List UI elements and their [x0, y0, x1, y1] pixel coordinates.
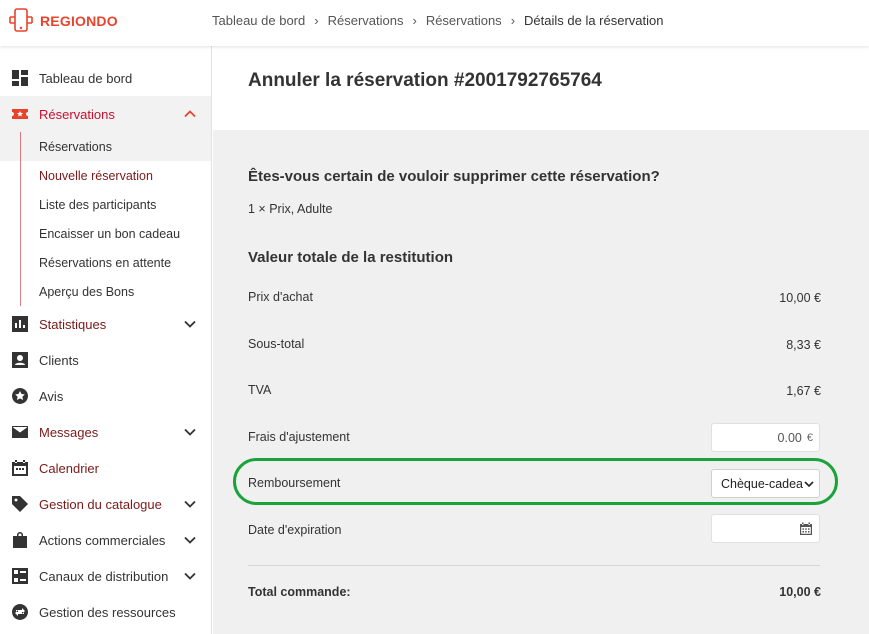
- submenu-item-new-reservation[interactable]: Nouvelle réservation: [0, 161, 211, 190]
- chevron-down-icon[interactable]: [183, 317, 197, 331]
- sidebar-item-label: Actions commerciales: [39, 532, 166, 548]
- purchase-price-label: Prix d'achat: [248, 290, 313, 304]
- breadcrumb-current: Détails de la réservation: [524, 13, 664, 28]
- page-header: Annuler la réservation #2001792765764: [213, 46, 869, 130]
- confirm-question: Êtes-vous certain de vouloir supprimer c…: [248, 168, 660, 185]
- refund-label: Remboursement: [248, 476, 341, 490]
- euro-icon: €: [806, 431, 813, 444]
- adjustment-fee-label: Frais d'ajustement: [248, 430, 350, 444]
- sidebar-item-label: Gestion du catalogue: [39, 496, 162, 512]
- vat-label: TVA: [248, 383, 272, 397]
- chevron-down-icon: [803, 478, 815, 490]
- submenu-item-participants[interactable]: Liste des participants: [0, 190, 211, 219]
- tag-icon: [10, 494, 30, 514]
- breadcrumb: Tableau de bord › Réservations › Réserva…: [212, 13, 664, 28]
- person-icon: [10, 350, 30, 370]
- sidebar-item-dashboard[interactable]: Tableau de bord: [0, 60, 211, 96]
- channels-icon: [10, 566, 30, 586]
- sidebar-item-distribution-channels[interactable]: Canaux de distribution: [0, 558, 211, 594]
- sidebar-item-label: Messages: [39, 424, 99, 440]
- vat-value: 1,67 €: [786, 384, 821, 398]
- sidebar-item-catalog[interactable]: Gestion du catalogue: [0, 486, 211, 522]
- cancel-panel: Êtes-vous certain de vouloir supprimer c…: [213, 130, 869, 634]
- refund-method-value: Chèque-cadeau: [721, 476, 810, 491]
- subtotal-value: 8,33 €: [786, 338, 821, 352]
- chevron-up-icon[interactable]: [183, 107, 197, 121]
- adjustment-fee-input[interactable]: 0.00 €: [711, 423, 820, 452]
- sidebar-item-reservations[interactable]: Réservations: [0, 96, 211, 132]
- chevron-right-icon: ›: [510, 13, 516, 28]
- adjustment-fee-value: 0.00: [777, 430, 802, 445]
- main-content: Annuler la réservation #2001792765764 Êt…: [213, 46, 869, 634]
- order-total-label: Total commande:: [248, 585, 351, 599]
- breadcrumb-reservations[interactable]: Réservations: [328, 13, 404, 28]
- breadcrumb-dashboard[interactable]: Tableau de bord: [212, 13, 305, 28]
- breadcrumb-reservations-list[interactable]: Réservations: [426, 13, 502, 28]
- sidebar-item-reviews[interactable]: Avis: [0, 378, 211, 414]
- sidebar-item-label: Canaux de distribution: [39, 568, 169, 584]
- ticket-icon: [10, 104, 30, 124]
- order-total-value: 10,00 €: [779, 585, 821, 599]
- sidebar-item-label: Avis: [39, 388, 64, 404]
- chevron-down-icon[interactable]: [183, 569, 197, 583]
- bar-chart-icon: [10, 314, 30, 334]
- dashboard-icon: [10, 68, 30, 88]
- star-circle-icon: [10, 386, 30, 406]
- page-title: Annuler la réservation #2001792765764: [248, 70, 602, 91]
- chevron-right-icon: ›: [412, 13, 417, 28]
- submenu-item-gift-voucher[interactable]: Encaisser un bon cadeau: [0, 219, 211, 248]
- sidebar-item-label: Calendrier: [39, 460, 99, 476]
- expiry-date-label: Date d'expiration: [248, 523, 342, 537]
- top-bar: REGIONDO Tableau de bord › Réservations …: [0, 0, 869, 46]
- subtotal-label: Sous-total: [248, 337, 305, 351]
- sidebar-item-calendar[interactable]: Calendrier: [0, 450, 211, 486]
- sidebar-item-clients[interactable]: Clients: [0, 342, 211, 378]
- chevron-down-icon[interactable]: [183, 497, 197, 511]
- sidebar-item-commercial-actions[interactable]: Actions commerciales: [0, 522, 211, 558]
- chevron-down-icon[interactable]: [183, 533, 197, 547]
- expiry-date-input[interactable]: [711, 514, 820, 543]
- brand-name: REGIONDO: [40, 13, 118, 29]
- product-line: 1 × Prix, Adulte: [248, 202, 333, 216]
- regiondo-logo[interactable]: REGIONDO: [7, 7, 118, 35]
- submenu-item-vouchers-overview[interactable]: Aperçu des Bons: [0, 277, 211, 306]
- submenu-item-pending[interactable]: Réservations en attente: [0, 248, 211, 277]
- sidebar-item-label: Clients: [39, 352, 79, 368]
- sidebar: Tableau de bord Réservations Réservation…: [0, 46, 212, 634]
- chevron-right-icon: ›: [314, 13, 319, 28]
- chevron-down-icon[interactable]: [183, 425, 197, 439]
- sidebar-item-messages[interactable]: Messages: [0, 414, 211, 450]
- refund-method-select[interactable]: Chèque-cadeau: [711, 469, 820, 498]
- calendar-icon[interactable]: [799, 522, 813, 536]
- calendar-icon: [10, 458, 30, 478]
- sidebar-item-label: Tableau de bord: [39, 70, 133, 86]
- sidebar-item-label: Réservations: [39, 106, 115, 122]
- divider: [248, 565, 820, 566]
- regiondo-logo-icon: [9, 8, 33, 32]
- purchase-price-value: 10,00 €: [779, 291, 821, 305]
- mail-icon: [10, 422, 30, 442]
- swap-icon: [10, 602, 30, 622]
- submenu-item-reservations[interactable]: Réservations: [0, 132, 211, 161]
- sidebar-item-resources[interactable]: Gestion des ressources: [0, 594, 211, 630]
- sidebar-item-label: Gestion des ressources: [39, 604, 176, 620]
- sidebar-item-label: Statistiques: [39, 316, 107, 332]
- bag-icon: [10, 530, 30, 550]
- sidebar-item-statistics[interactable]: Statistiques: [0, 306, 211, 342]
- section-title: Valeur totale de la restitution: [248, 249, 454, 266]
- reservations-submenu: Réservations Nouvelle réservation Liste …: [0, 132, 211, 306]
